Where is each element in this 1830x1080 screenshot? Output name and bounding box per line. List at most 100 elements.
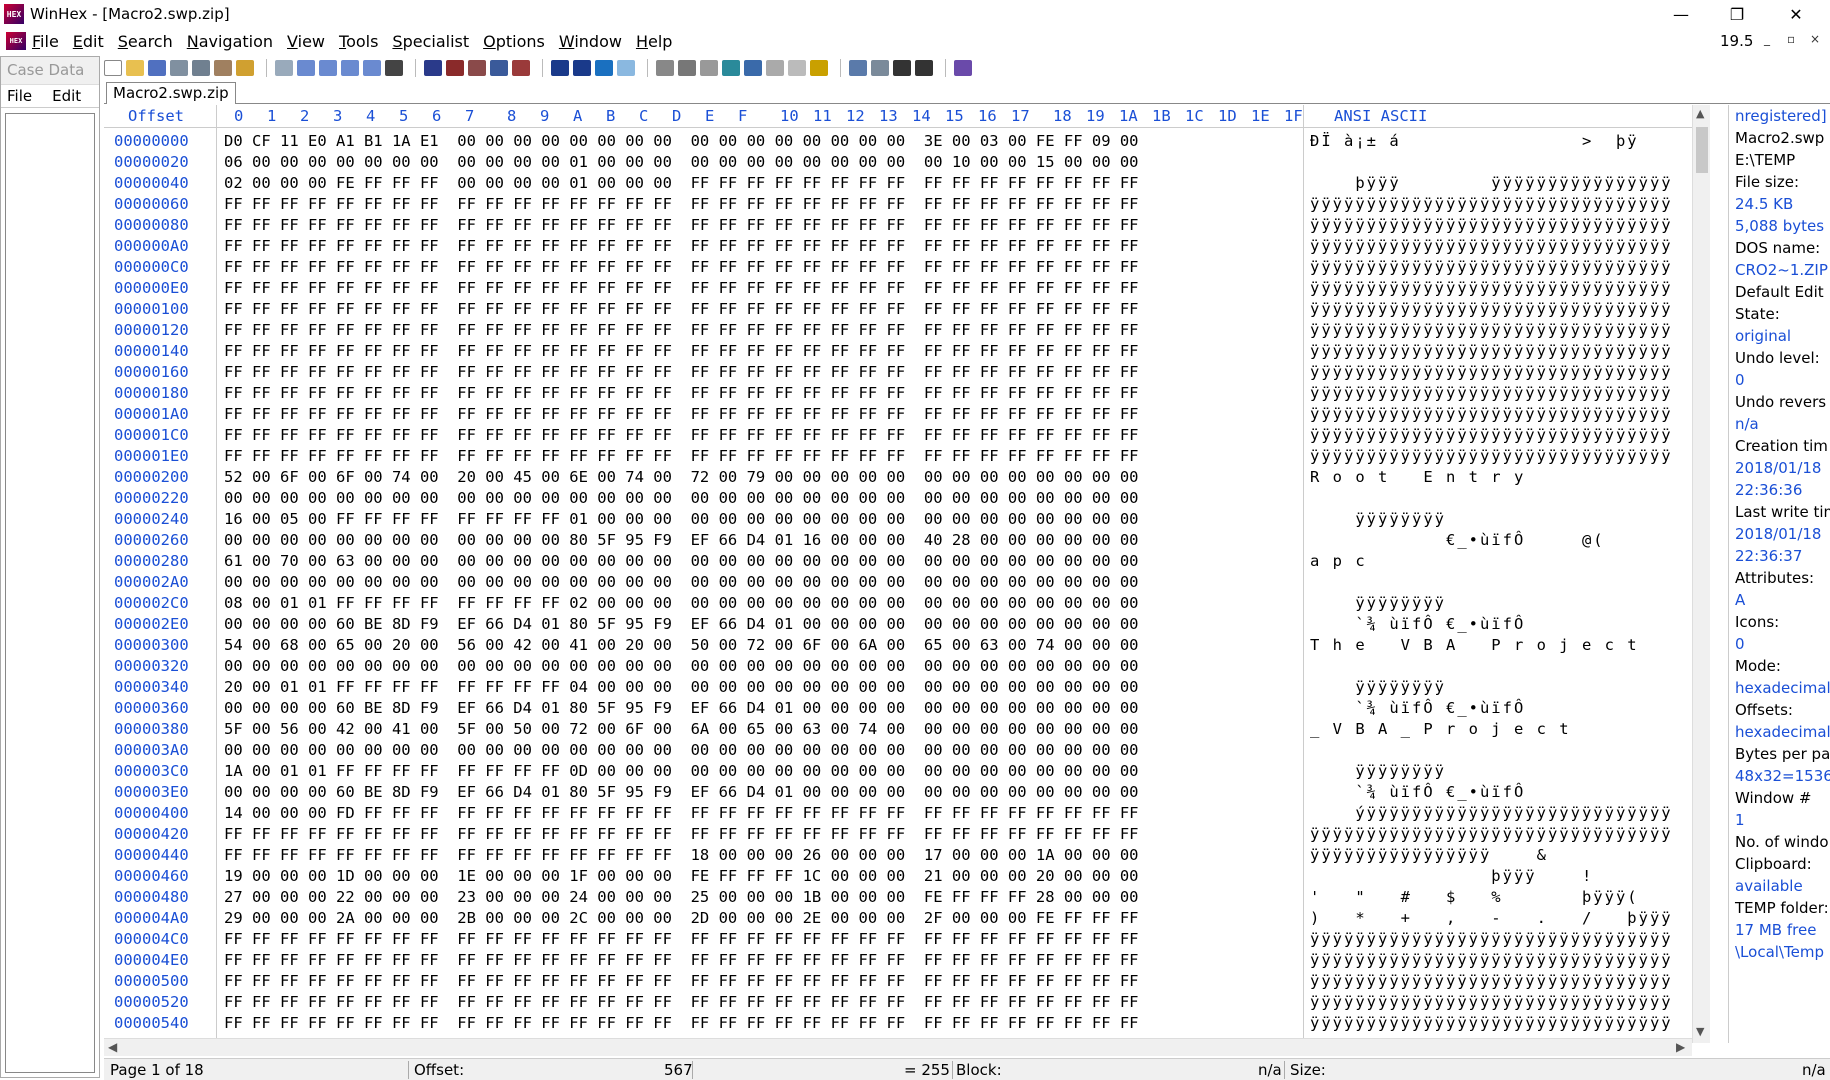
row-hex-bytes[interactable]: FF FF FF FF FF FF FF FF FF FF FF FF FF F… xyxy=(224,971,1139,992)
row-ascii-text[interactable]: ÿÿÿÿÿÿÿÿÿÿÿÿÿÿÿÿ & xyxy=(1310,845,1548,866)
mdi-minimize-button[interactable]: _ xyxy=(1764,32,1770,46)
row-ascii-text[interactable]: ÿÿÿÿÿÿÿÿÿÿÿÿÿÿÿÿÿÿÿÿÿÿÿÿÿÿÿÿÿÿÿÿ xyxy=(1310,362,1673,383)
goto-sector-icon[interactable] xyxy=(573,60,591,76)
scroll-up-icon[interactable]: ▲ xyxy=(1696,107,1704,120)
vertical-scroll-thumb[interactable] xyxy=(1696,127,1708,173)
hex-editor[interactable]: Offset 0 1 2 3 4 5 6 7 8 9 A B C D E F 10 11 12 13 14 15 16 17 1… xyxy=(104,105,1692,1043)
row-ascii-text[interactable]: ÐÏ à¡± á > þÿ xyxy=(1310,131,1639,152)
row-hex-bytes[interactable]: 00 00 00 00 60 BE 8D F9 EF 66 D4 01 80 5… xyxy=(224,614,1139,635)
grid-icon[interactable] xyxy=(871,60,889,76)
menu-options[interactable]: Options xyxy=(483,32,545,51)
row-ascii-text[interactable]: þÿÿÿ ! xyxy=(1310,866,1593,887)
menu-window[interactable]: Window xyxy=(559,32,622,51)
row-ascii-text[interactable]: ÿÿÿÿÿÿÿÿÿÿÿÿÿÿÿÿÿÿÿÿÿÿÿÿÿÿÿÿÿÿÿÿ xyxy=(1310,950,1673,971)
row-hex-bytes[interactable]: 00 00 00 00 00 00 00 00 00 00 00 00 00 0… xyxy=(224,740,1139,761)
next-window-icon[interactable] xyxy=(915,60,933,76)
row-hex-bytes[interactable]: FF FF FF FF FF FF FF FF FF FF FF FF FF F… xyxy=(224,446,1139,467)
row-ascii-text[interactable]: ÿÿÿÿÿÿÿÿÿÿÿÿÿÿÿÿÿÿÿÿÿÿÿÿÿÿÿÿÿÿÿÿ xyxy=(1310,215,1673,236)
paste-write-icon[interactable] xyxy=(363,60,381,76)
block-value[interactable]: n/a xyxy=(1258,1061,1282,1079)
row-ascii-text[interactable]: ÿÿÿÿÿÿÿÿ xyxy=(1310,509,1446,530)
open-folder-icon[interactable] xyxy=(126,60,144,76)
binary-icon[interactable] xyxy=(385,60,403,76)
case-menu-file[interactable]: File xyxy=(7,87,32,105)
row-ascii-text[interactable]: ýÿÿÿÿÿÿÿÿÿÿÿÿÿÿÿÿÿÿÿÿÿÿÿÿÿÿÿ xyxy=(1310,803,1673,824)
tab-macro2-swp-zip[interactable]: Macro2.swp.zip xyxy=(106,82,236,104)
menu-specialist[interactable]: Specialist xyxy=(392,32,469,51)
row-hex-bytes[interactable]: 29 00 00 00 2A 00 00 00 2B 00 00 00 2C 0… xyxy=(224,908,1139,929)
row-hex-bytes[interactable]: 08 00 01 01 FF FF FF FF FF FF FF FF 02 0… xyxy=(224,593,1139,614)
row-hex-bytes[interactable]: FF FF FF FF FF FF FF FF FF FF FF FF FF F… xyxy=(224,950,1139,971)
row-ascii-text[interactable]: ÿÿÿÿÿÿÿÿÿÿÿÿÿÿÿÿÿÿÿÿÿÿÿÿÿÿÿÿÿÿÿÿ xyxy=(1310,320,1673,341)
vertical-scrollbar[interactable]: ▲ ▼ xyxy=(1692,105,1710,1043)
document-icon[interactable]: HEX xyxy=(6,32,26,50)
row-hex-bytes[interactable]: 1A 00 01 01 FF FF FF FF FF FF FF FF 0D 0… xyxy=(224,761,1139,782)
menu-tools[interactable]: Tools xyxy=(339,32,378,51)
row-ascii-text[interactable]: ÿÿÿÿÿÿÿÿÿÿÿÿÿÿÿÿÿÿÿÿÿÿÿÿÿÿÿÿÿÿÿÿ xyxy=(1310,824,1673,845)
row-ascii-text[interactable]: T h e V B A P r o j e c t xyxy=(1310,635,1639,656)
row-hex-bytes[interactable]: 00 00 00 00 60 BE 8D F9 EF 66 D4 01 80 5… xyxy=(224,698,1139,719)
row-hex-bytes[interactable]: 02 00 00 00 FE FF FF FF 00 00 00 00 01 0… xyxy=(224,173,1139,194)
tools-icon[interactable] xyxy=(214,60,232,76)
row-hex-bytes[interactable]: FF FF FF FF FF FF FF FF FF FF FF FF FF F… xyxy=(224,362,1139,383)
menu-navigation[interactable]: Navigation xyxy=(187,32,273,51)
row-hex-bytes[interactable]: FF FF FF FF FF FF FF FF FF FF FF FF FF F… xyxy=(224,320,1139,341)
row-ascii-text[interactable]: ÿÿÿÿÿÿÿÿÿÿÿÿÿÿÿÿÿÿÿÿÿÿÿÿÿÿÿÿÿÿÿÿ xyxy=(1310,929,1673,950)
row-ascii-text[interactable]: ÿÿÿÿÿÿÿÿÿÿÿÿÿÿÿÿÿÿÿÿÿÿÿÿÿÿÿÿÿÿÿÿ xyxy=(1310,194,1673,215)
row-ascii-text[interactable]: ÿÿÿÿÿÿÿÿÿÿÿÿÿÿÿÿÿÿÿÿÿÿÿÿÿÿÿÿÿÿÿÿ xyxy=(1310,446,1673,467)
row-hex-bytes[interactable]: 27 00 00 00 22 00 00 00 23 00 00 00 24 0… xyxy=(224,887,1139,908)
find-hex-icon[interactable] xyxy=(446,60,464,76)
row-hex-bytes[interactable]: FF FF FF FF FF FF FF FF FF FF FF FF FF F… xyxy=(224,215,1139,236)
horizontal-scrollbar[interactable]: ◀ ▶ xyxy=(104,1038,1692,1056)
row-hex-bytes[interactable]: 16 00 05 00 FF FF FF FF FF FF FF FF 01 0… xyxy=(224,509,1139,530)
row-ascii-text[interactable]: ÿÿÿÿÿÿÿÿ xyxy=(1310,761,1446,782)
scroll-down-icon[interactable]: ▼ xyxy=(1696,1025,1704,1038)
row-hex-bytes[interactable]: FF FF FF FF FF FF FF FF FF FF FF FF FF F… xyxy=(224,845,1139,866)
minimize-button[interactable]: — xyxy=(1655,0,1707,28)
row-hex-bytes[interactable]: 06 00 00 00 00 00 00 00 00 00 00 00 01 0… xyxy=(224,152,1139,173)
goto-offset-icon[interactable] xyxy=(551,60,569,76)
menu-help[interactable]: Help xyxy=(636,32,672,51)
close-button[interactable]: ✕ xyxy=(1770,0,1822,28)
find-again-icon[interactable] xyxy=(512,60,530,76)
row-ascii-text[interactable]: þÿÿÿ ÿÿÿÿÿÿÿÿÿÿÿÿÿÿÿÿ xyxy=(1310,173,1673,194)
row-ascii-text[interactable]: ÿÿÿÿÿÿÿÿÿÿÿÿÿÿÿÿÿÿÿÿÿÿÿÿÿÿÿÿÿÿÿÿ xyxy=(1310,299,1673,320)
row-hex-bytes[interactable]: D0 CF 11 E0 A1 B1 1A E1 00 00 00 00 00 0… xyxy=(224,131,1139,152)
row-hex-bytes[interactable]: 19 00 00 00 1D 00 00 00 1E 00 00 00 1F 0… xyxy=(224,866,1139,887)
row-hex-bytes[interactable]: 00 00 00 00 00 00 00 00 00 00 00 00 00 0… xyxy=(224,656,1139,677)
analysis-icon[interactable] xyxy=(788,60,806,76)
properties-icon[interactable] xyxy=(192,60,210,76)
ram-icon[interactable] xyxy=(722,60,740,76)
row-hex-bytes[interactable]: 52 00 6F 00 6F 00 74 00 20 00 45 00 6E 0… xyxy=(224,467,1139,488)
case-tree[interactable] xyxy=(5,113,95,1073)
row-ascii-text[interactable]: ÿÿÿÿÿÿÿÿÿÿÿÿÿÿÿÿÿÿÿÿÿÿÿÿÿÿÿÿÿÿÿÿ xyxy=(1310,1013,1673,1034)
magnifier-icon[interactable] xyxy=(744,60,762,76)
row-hex-bytes[interactable]: 5F 00 56 00 42 00 41 00 5F 00 50 00 72 0… xyxy=(224,719,1139,740)
snapshot-icon[interactable] xyxy=(849,60,867,76)
row-ascii-text[interactable]: ÿÿÿÿÿÿÿÿÿÿÿÿÿÿÿÿÿÿÿÿÿÿÿÿÿÿÿÿÿÿÿÿ xyxy=(1310,425,1673,446)
row-ascii-text[interactable]: ÿÿÿÿÿÿÿÿÿÿÿÿÿÿÿÿÿÿÿÿÿÿÿÿÿÿÿÿÿÿÿÿ xyxy=(1310,236,1673,257)
cut-icon[interactable] xyxy=(297,60,315,76)
replace-text-icon[interactable] xyxy=(468,60,486,76)
row-hex-bytes[interactable]: FF FF FF FF FF FF FF FF FF FF FF FF FF F… xyxy=(224,278,1139,299)
row-hex-bytes[interactable]: FF FF FF FF FF FF FF FF FF FF FF FF FF F… xyxy=(224,236,1139,257)
row-ascii-text[interactable]: R o o t E n t r y xyxy=(1310,467,1525,488)
undo-icon[interactable] xyxy=(275,60,293,76)
row-ascii-text[interactable]: ÿÿÿÿÿÿÿÿÿÿÿÿÿÿÿÿÿÿÿÿÿÿÿÿÿÿÿÿÿÿÿÿ xyxy=(1310,341,1673,362)
offset-value[interactable]: 567 xyxy=(664,1061,693,1079)
row-ascii-text[interactable]: ÿÿÿÿÿÿÿÿ xyxy=(1310,677,1446,698)
replace-hex-icon[interactable] xyxy=(490,60,508,76)
menu-edit[interactable]: Edit xyxy=(73,32,104,51)
row-hex-bytes[interactable]: FF FF FF FF FF FF FF FF FF FF FF FF FF F… xyxy=(224,194,1139,215)
forward-arrow-icon[interactable] xyxy=(617,60,635,76)
row-hex-bytes[interactable]: FF FF FF FF FF FF FF FF FF FF FF FF FF F… xyxy=(224,992,1139,1013)
media-icon[interactable] xyxy=(700,60,718,76)
find-text-icon[interactable] xyxy=(424,60,442,76)
row-ascii-text[interactable]: ÿÿÿÿÿÿÿÿÿÿÿÿÿÿÿÿÿÿÿÿÿÿÿÿÿÿÿÿÿÿÿÿ xyxy=(1310,257,1673,278)
row-ascii-text[interactable]: €_•ùïfÔ @( xyxy=(1310,530,1605,551)
row-hex-bytes[interactable]: FF FF FF FF FF FF FF FF FF FF FF FF FF F… xyxy=(224,929,1139,950)
row-ascii-text[interactable]: ÿÿÿÿÿÿÿÿ xyxy=(1310,593,1446,614)
row-hex-bytes[interactable]: 00 00 00 00 00 00 00 00 00 00 00 00 80 5… xyxy=(224,530,1139,551)
calculator-icon[interactable] xyxy=(810,60,828,76)
copy-icon[interactable] xyxy=(319,60,337,76)
